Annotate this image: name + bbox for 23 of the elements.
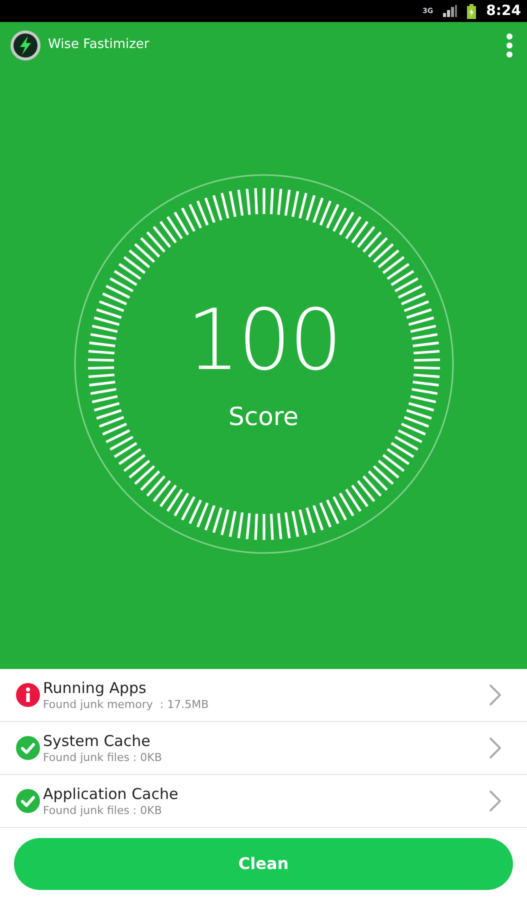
item-detail: Found junk memory : 17.5MB bbox=[43, 698, 210, 712]
item-title: Running Apps bbox=[43, 678, 148, 698]
item-title: Application Cache bbox=[43, 784, 180, 804]
score-label: Score bbox=[228, 400, 299, 433]
menu-icon bbox=[506, 32, 512, 58]
item-detail: Found junk files : 0KB bbox=[43, 804, 163, 818]
checkmark-icon bbox=[16, 736, 40, 760]
scan-result-row[interactable]: Application Cache Found junk files : 0KB bbox=[0, 775, 527, 828]
item-detail: Found junk files : 0KB bbox=[43, 751, 163, 765]
battery-icon bbox=[467, 4, 476, 18]
signal-icon bbox=[443, 5, 458, 17]
scan-result-row[interactable]: System Cache Found junk files : 0KB bbox=[0, 722, 527, 775]
app-title: Wise Fastimizer bbox=[48, 36, 150, 54]
clock-time: 8:24 bbox=[486, 4, 521, 18]
chevron-right-icon bbox=[489, 737, 501, 759]
checkmark-icon bbox=[16, 789, 40, 813]
scan-result-row[interactable]: Running Apps Found junk memory : 17.5MB bbox=[0, 669, 527, 722]
info-icon bbox=[16, 683, 40, 707]
item-title: System Cache bbox=[43, 731, 152, 751]
score-value: 100 bbox=[186, 298, 341, 382]
chevron-right-icon bbox=[489, 790, 501, 812]
chevron-right-icon bbox=[489, 684, 501, 706]
lightning-bolt-icon[interactable] bbox=[10, 30, 41, 60]
